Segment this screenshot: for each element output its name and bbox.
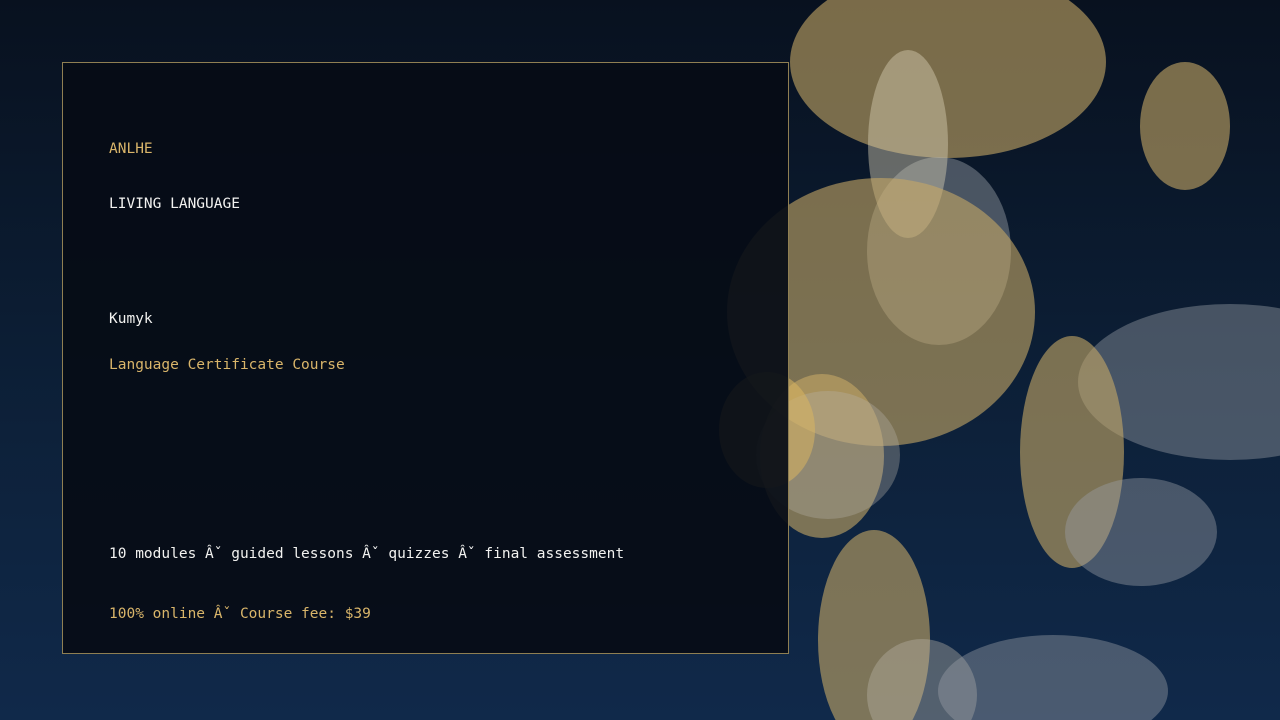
language-name: Kumyk [109,311,153,327]
course-title: Language Certificate Course [109,357,345,373]
kicker-label: LIVING LANGUAGE [109,196,240,212]
brand-name: ANLHE [109,141,153,157]
bokeh-circle [938,635,1168,720]
bokeh-circle [1065,478,1217,586]
course-card: ANLHE LIVING LANGUAGE Kumyk Language Cer… [62,62,789,654]
course-features: 10 modules Âˇ guided lessons Âˇ quizzes … [109,546,625,562]
bokeh-circle [790,0,1106,158]
bokeh-circle [1140,62,1230,190]
bokeh-circles [719,0,1280,720]
course-pricing: 100% online Âˇ Course fee: $39 [109,606,371,622]
